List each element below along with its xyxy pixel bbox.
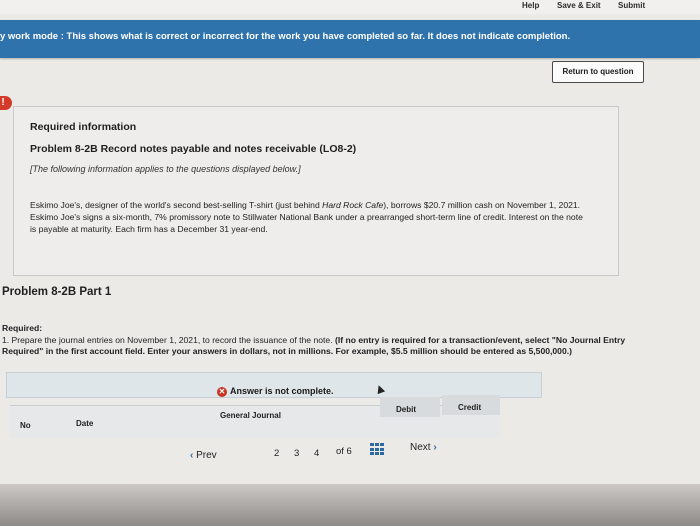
- page-count: of 6: [336, 446, 352, 457]
- help-link[interactable]: Help: [522, 1, 539, 10]
- required-label: Required:: [2, 323, 43, 333]
- top-toolbar: Help Save & Exit Submit: [0, 0, 700, 14]
- save-exit-link[interactable]: Save & Exit: [557, 1, 601, 10]
- required-information-box: Required information Problem 8-2B Record…: [13, 106, 619, 276]
- chevron-left-icon: ‹: [190, 450, 194, 461]
- submit-link[interactable]: Submit: [618, 1, 645, 10]
- alert-icon: !: [0, 96, 12, 110]
- problem-description: Eskimo Joe's, designer of the world's se…: [30, 200, 583, 234]
- page-3[interactable]: 3: [294, 448, 299, 459]
- column-debit: Debit: [396, 405, 416, 414]
- page-2[interactable]: 2: [274, 448, 279, 459]
- work-mode-banner: y work mode : This shows what is correct…: [0, 20, 700, 58]
- problem-title: Problem 8-2B Record notes payable and no…: [30, 143, 357, 155]
- next-button[interactable]: Next ›: [410, 442, 437, 453]
- required-text: 1. Prepare the journal entries on Novemb…: [2, 334, 335, 345]
- chevron-right-icon: ›: [433, 442, 437, 453]
- grid-icon[interactable]: [370, 443, 384, 455]
- column-credit: Credit: [458, 403, 482, 412]
- required-instructions: Required: 1. Prepare the journal entries…: [2, 323, 642, 358]
- prev-button[interactable]: ‹ Prev: [190, 450, 217, 461]
- part-title: Problem 8-2B Part 1: [2, 286, 112, 298]
- incorrect-x-icon: ✕: [217, 386, 227, 397]
- pagination: ‹ Prev 2 3 4 of 6 Next ›: [190, 440, 460, 462]
- info-heading: Required information: [30, 121, 137, 133]
- table-title: General Journal: [220, 411, 281, 420]
- bottom-edge: [0, 484, 700, 526]
- column-date: Date: [76, 419, 94, 428]
- info-note: [The following information applies to th…: [30, 164, 301, 174]
- answer-status: ✕ Answer is not complete.: [217, 386, 334, 397]
- journal-table: General Journal Debit Credit No Date: [10, 395, 500, 438]
- return-to-question-button[interactable]: Return to question: [552, 61, 644, 83]
- work-mode-text: y work mode : This shows what is correct…: [0, 31, 571, 42]
- column-no: No: [20, 421, 31, 430]
- page-4[interactable]: 4: [314, 448, 319, 459]
